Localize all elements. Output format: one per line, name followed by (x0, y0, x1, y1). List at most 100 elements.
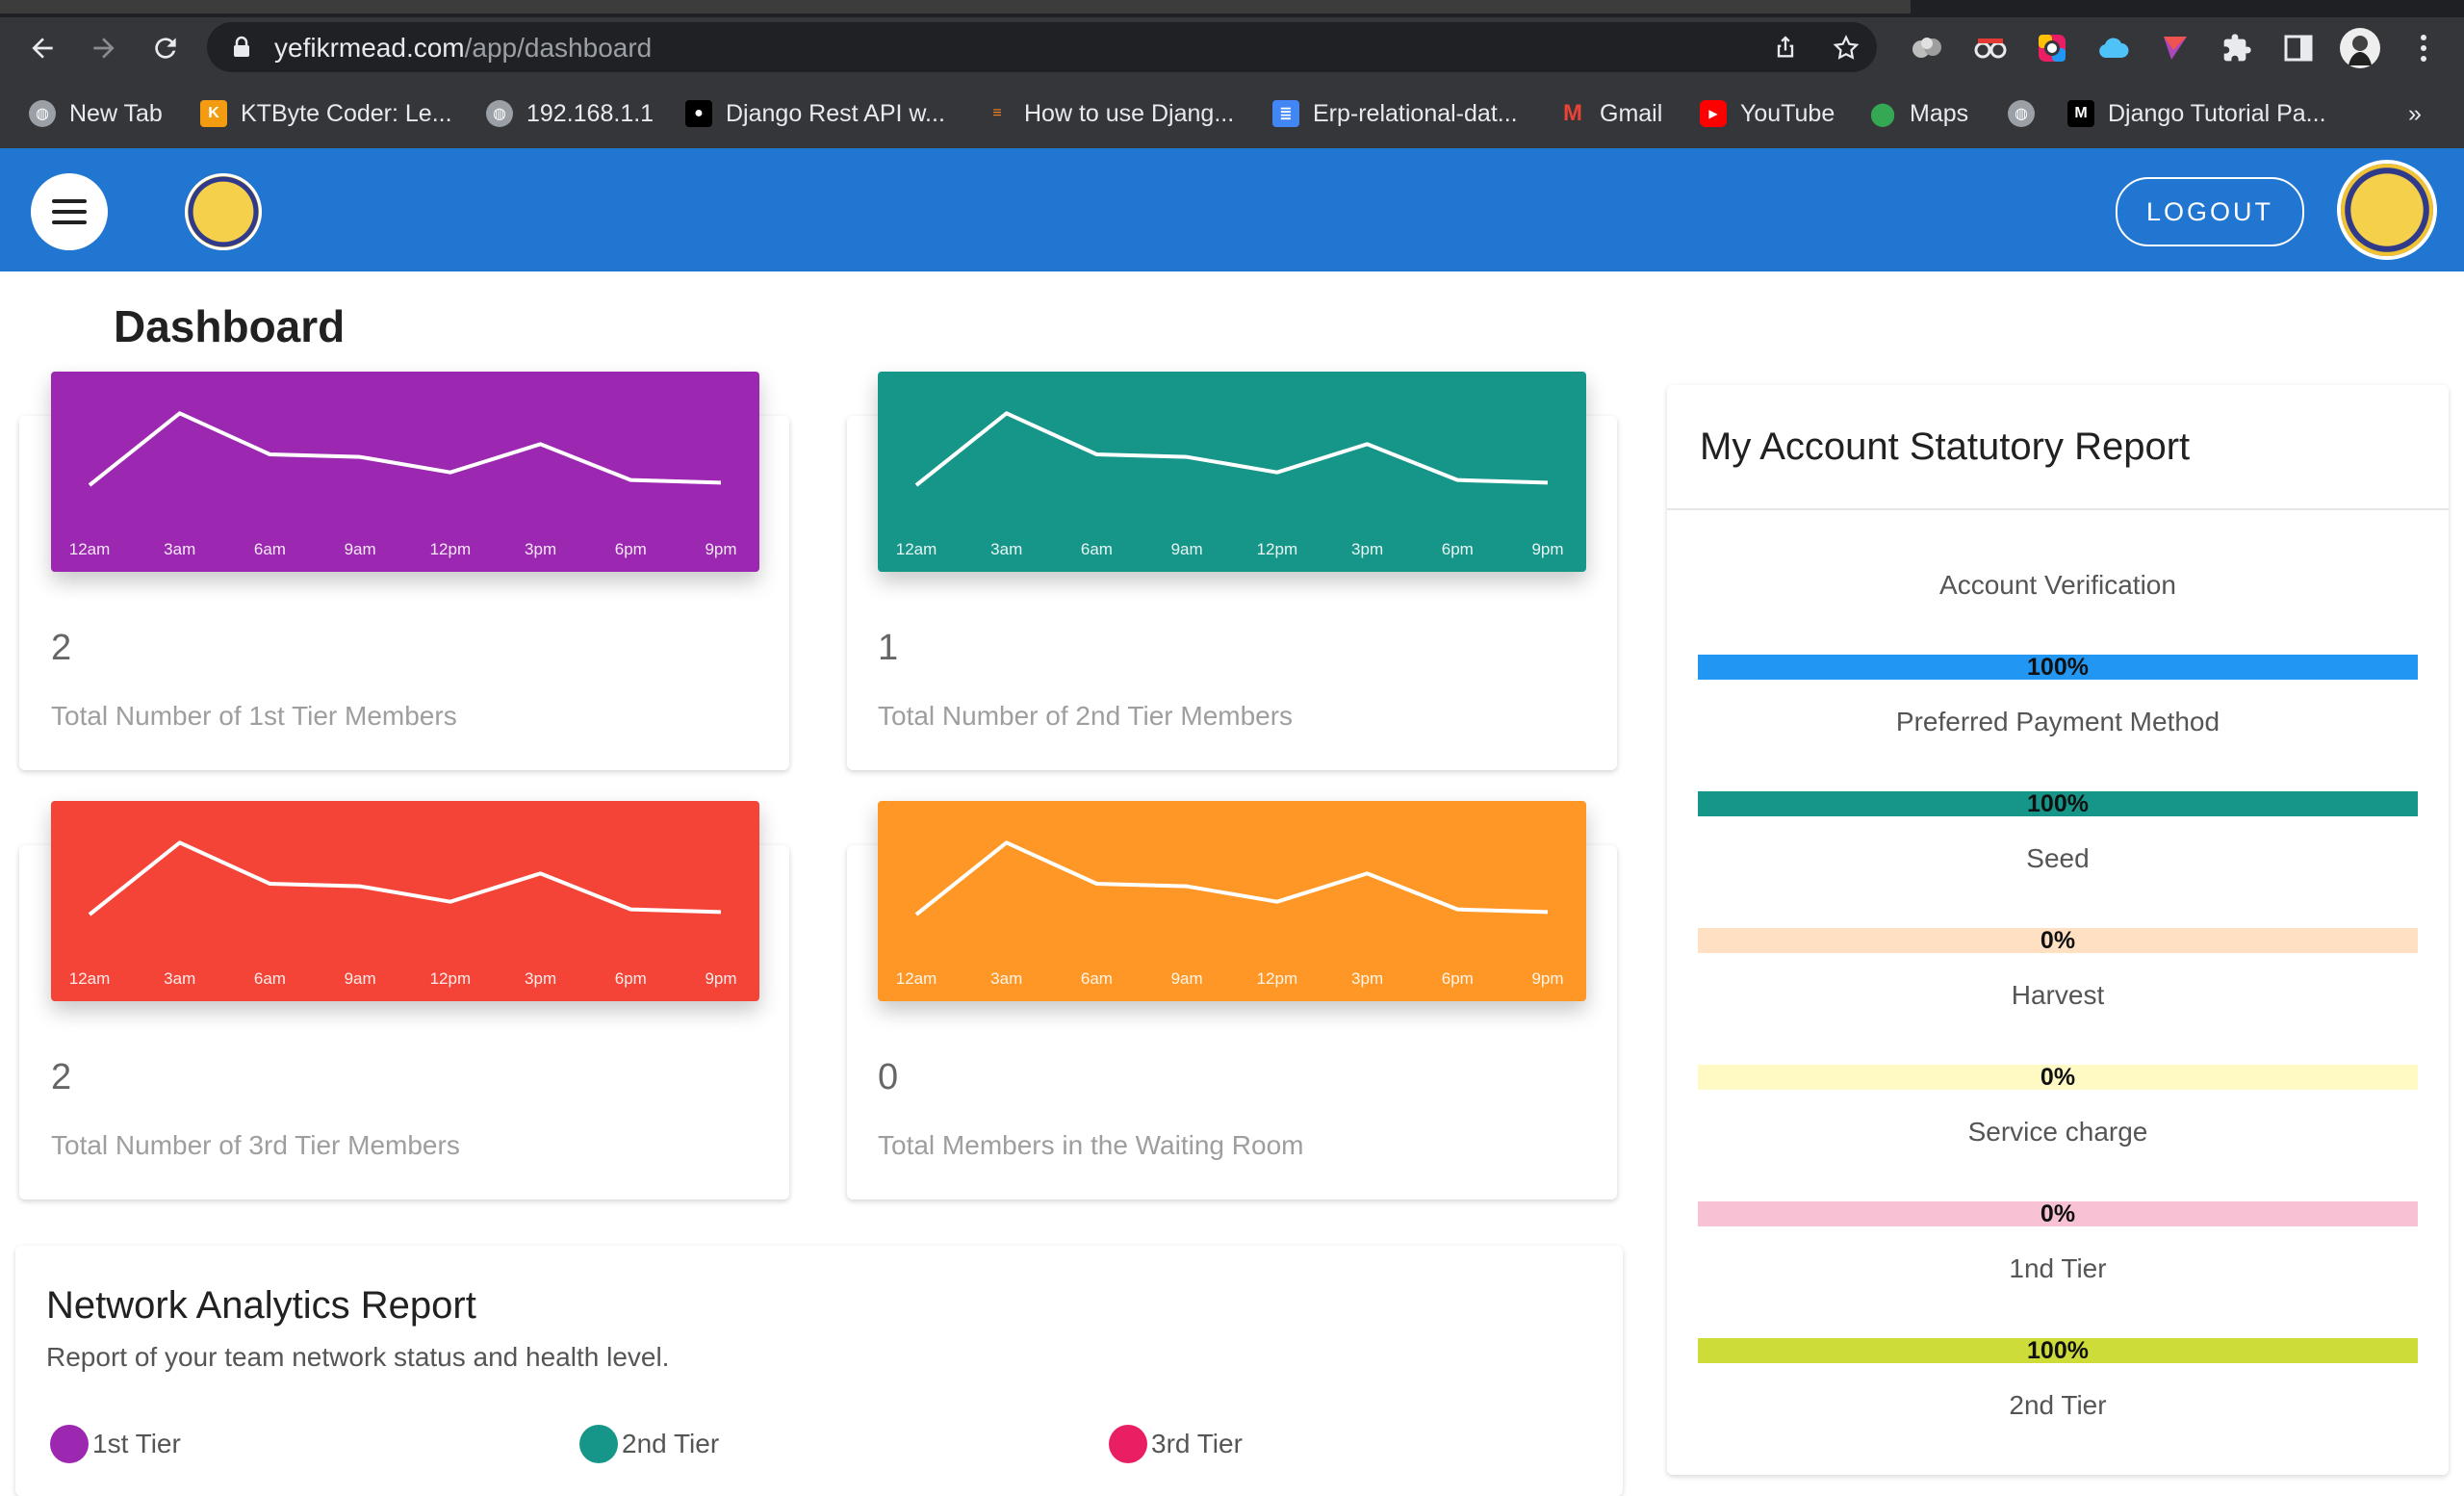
report-item-label: Account Verification (1939, 570, 2176, 600)
globe-icon: ◍ (2008, 100, 2035, 127)
x-tick-label: 3am (164, 540, 195, 558)
extension-icon[interactable] (1973, 31, 2008, 65)
share-icon[interactable] (1772, 34, 1799, 61)
extension-icon[interactable] (1911, 31, 1945, 65)
stat-value: 2 (51, 1057, 72, 1097)
glasses-icon (1974, 39, 2007, 59)
side-panel-button[interactable] (2281, 31, 2316, 65)
x-tick-label: 9am (345, 969, 376, 988)
bookmark-label: Django Rest API w... (726, 99, 945, 127)
x-tick-label: 6pm (615, 540, 647, 558)
x-tick-label: 12pm (430, 540, 472, 558)
progress-percent: 100% (2027, 653, 2089, 681)
bookmark-erp[interactable]: ≣ Erp-relational-dat... (1272, 96, 1518, 131)
bookmark-label: Gmail (1600, 99, 1663, 127)
bookmark-label: Maps (1910, 99, 1969, 127)
bookmark-stackoverflow[interactable]: ≡ How to use Djang... (984, 96, 1234, 131)
x-tick-label: 12pm (1257, 540, 1298, 558)
series-line (914, 411, 1549, 487)
x-tick-label: 6am (1081, 969, 1113, 988)
url-text: yefikrmead.com/app/dashboard (274, 33, 653, 63)
extension-icon[interactable] (2096, 31, 2131, 65)
profile-button[interactable] (2339, 27, 2381, 69)
legend-label: 2nd Tier (622, 1429, 720, 1458)
x-tick-label: 12am (896, 540, 937, 558)
bookmark-label: YouTube (1740, 99, 1835, 127)
report-item-label: 2nd Tier (2009, 1390, 2107, 1420)
x-tick-label: 9pm (705, 969, 736, 988)
x-tick-label: 12am (69, 540, 111, 558)
more-bookmarks-button[interactable]: » (2408, 96, 2422, 131)
star-icon[interactable] (1832, 34, 1861, 63)
x-tick-label: 9am (1171, 969, 1203, 988)
bookmark-youtube[interactable]: ▶ YouTube (1700, 96, 1835, 131)
legend-dot (579, 1425, 618, 1463)
maps-pin-icon: ⬤ (1869, 100, 1896, 127)
profile-avatar-icon (2340, 28, 2380, 68)
statutory-report-card: My Account Statutory Report Account Veri… (1667, 385, 2449, 1475)
progress-bar: 0% (1698, 927, 2418, 954)
x-tick-label: 3am (990, 540, 1022, 558)
back-button[interactable] (19, 25, 65, 71)
series-line (88, 411, 722, 487)
bookmark-ktbyte[interactable]: K KTByte Coder: Le... (200, 96, 452, 131)
arrow-left-icon (32, 38, 53, 59)
extension-icon[interactable] (2035, 31, 2069, 65)
extensions-menu-button[interactable] (2220, 31, 2254, 65)
bookmark-gmail[interactable]: M Gmail (1559, 96, 1662, 131)
bookmark-django-rest[interactable]: ● Django Rest API w... (685, 96, 945, 131)
hamburger-menu-button[interactable] (31, 173, 108, 250)
bookmark-label: 192.168.1.1 (526, 99, 654, 127)
globe-icon: ◍ (486, 100, 513, 127)
app-header: LOGOUT (0, 148, 2464, 271)
user-avatar[interactable] (2341, 164, 2433, 256)
legend-label: 1st Tier (92, 1429, 181, 1458)
x-tick-label: 3am (990, 969, 1022, 988)
extension-icon[interactable] (2158, 31, 2193, 65)
forward-button[interactable] (81, 25, 127, 71)
x-tick-label: 9am (345, 540, 376, 558)
x-tick-label: 12pm (430, 969, 472, 988)
line-chart-waiting-room: 12am 3am 6am 9am 12pm 3pm 6pm 9pm (878, 801, 1586, 1001)
reload-icon (155, 38, 176, 59)
x-tick-label: 6am (254, 969, 286, 988)
progress-bar: 0% (1698, 1200, 2418, 1227)
browser-menu-button[interactable] (2406, 31, 2441, 65)
x-tick-label: 12am (69, 969, 111, 988)
statutory-report-title: My Account Statutory Report (1700, 426, 2191, 468)
legend-dot (1109, 1425, 1147, 1463)
more-bookmarks-label: » (2408, 99, 2422, 127)
stat-value: 1 (878, 628, 899, 668)
stat-label: Total Members in the Waiting Room (878, 1130, 1304, 1160)
site-logo[interactable] (185, 173, 262, 250)
docs-icon: ≣ (1272, 100, 1299, 127)
bookmark-new-tab[interactable]: ◍ New Tab (29, 96, 163, 131)
x-tick-label: 3pm (525, 540, 556, 558)
stat-label: Total Number of 3rd Tier Members (51, 1130, 460, 1160)
reload-button[interactable] (142, 25, 189, 71)
side-panel-icon (2284, 35, 2313, 62)
bookmark-unnamed[interactable]: ◍ (2008, 96, 2048, 131)
bookmark-label: Erp-relational-dat... (1313, 99, 1518, 127)
bookmark-maps[interactable]: ⬤ Maps (1869, 96, 1969, 131)
x-tick-label: 9am (1171, 540, 1203, 558)
report-item-label: Harvest (2011, 980, 2105, 1010)
stat-label: Total Number of 1st Tier Members (51, 701, 457, 731)
progress-percent: 0% (2040, 1063, 2076, 1091)
network-analytics-subtitle: Report of your team network status and h… (46, 1342, 670, 1372)
x-tick-label: 3pm (1351, 540, 1383, 558)
bookmark-router[interactable]: ◍ 192.168.1.1 (486, 96, 654, 131)
stat-label: Total Number of 2nd Tier Members (878, 701, 1294, 731)
kebab-menu-icon (2421, 35, 2426, 62)
flag-icon (2164, 37, 2187, 60)
bookmark-django-tutorial[interactable]: M Django Tutorial Pa... (2067, 96, 2326, 131)
address-bar[interactable]: yefikrmead.com/app/dashboard (207, 22, 1877, 72)
line-chart-3rd-tier: 12am 3am 6am 9am 12pm 3pm 6pm 9pm (51, 801, 759, 1001)
x-tick-label: 6pm (615, 969, 647, 988)
bookmark-label: How to use Djang... (1024, 99, 1235, 127)
network-analytics-title: Network Analytics Report (46, 1284, 476, 1327)
mdn-icon: M (2067, 100, 2094, 127)
logout-button[interactable]: LOGOUT (2116, 177, 2304, 246)
progress-percent: 100% (2027, 1336, 2089, 1364)
x-tick-label: 6pm (1442, 969, 1474, 988)
